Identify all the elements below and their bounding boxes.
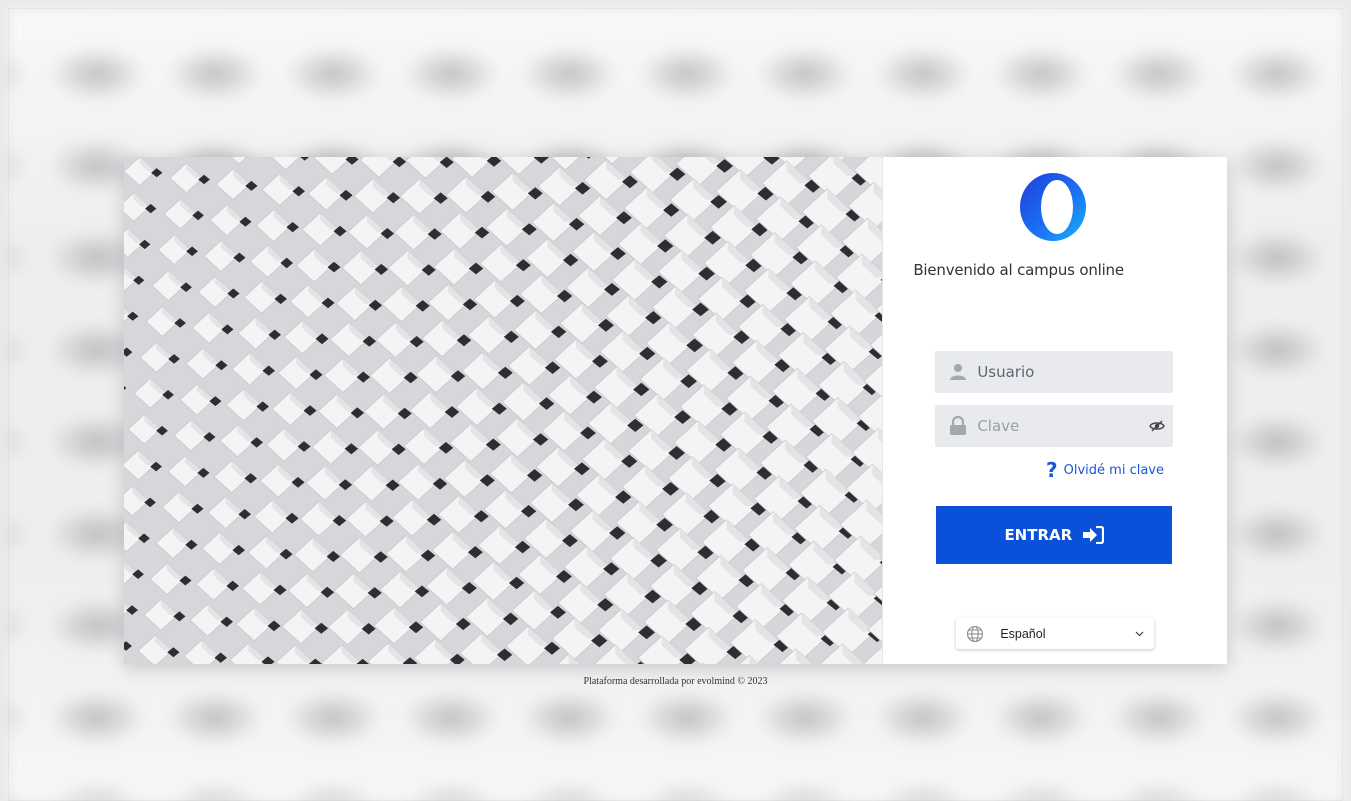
eye-slash-icon[interactable] xyxy=(1149,418,1166,434)
forgot-password-link[interactable]: ? Olvidé mi clave xyxy=(1046,458,1164,482)
login-panel: Bienvenido al campus online Usuario Clav… xyxy=(882,157,1227,664)
forgot-password-label: Olvidé mi clave xyxy=(1063,462,1164,478)
hero-image xyxy=(124,157,883,664)
username-placeholder: Usuario xyxy=(977,363,1035,381)
password-field[interactable]: Clave xyxy=(935,405,1174,447)
username-field[interactable]: Usuario xyxy=(935,351,1174,393)
logo-icon xyxy=(1020,173,1087,241)
password-placeholder: Clave xyxy=(977,417,1020,435)
lock-icon xyxy=(947,415,969,437)
sign-in-icon xyxy=(1082,526,1105,544)
question-icon: ? xyxy=(1046,458,1058,482)
footer-text: Plataforma desarrollada por evolmind © 2… xyxy=(583,676,768,687)
chevron-down-icon xyxy=(1135,631,1144,637)
globe-icon xyxy=(967,625,984,642)
language-selected: Español xyxy=(1000,626,1046,641)
welcome-text: Bienvenido al campus online xyxy=(913,261,1124,279)
login-button[interactable]: ENTRAR xyxy=(936,506,1173,564)
login-card: Bienvenido al campus online Usuario Clav… xyxy=(124,157,1227,664)
user-icon xyxy=(947,361,969,383)
language-select[interactable]: Español xyxy=(956,618,1155,649)
login-button-label: ENTRAR xyxy=(1004,526,1073,544)
